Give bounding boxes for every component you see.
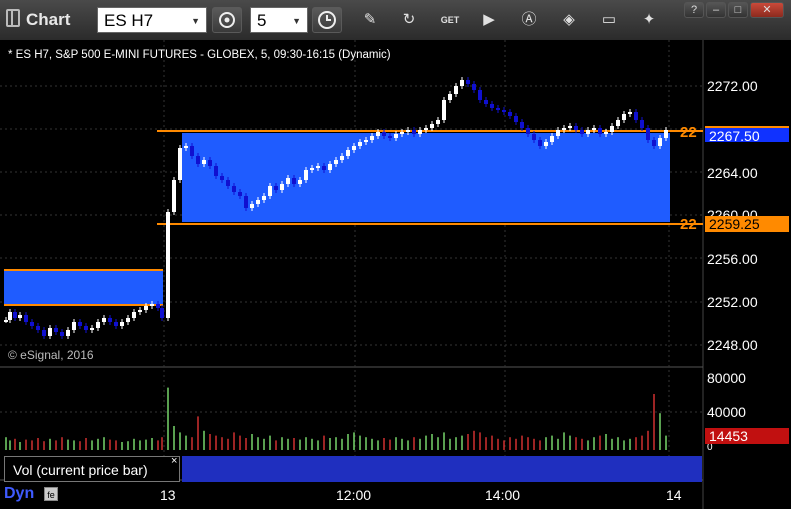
volume-study-label[interactable]: Vol (current price bar) [4, 456, 180, 482]
refresh-icon[interactable]: ↻ [397, 9, 421, 31]
time-tick: 14 [666, 487, 682, 503]
time-button[interactable] [312, 7, 342, 33]
axis-mode[interactable]: Dyn [4, 485, 34, 503]
alert-icon[interactable]: Ⓐ [517, 9, 541, 31]
interval-value: 5 [257, 11, 267, 30]
value-zone [182, 133, 670, 222]
symbol-value: ES H7 [104, 11, 154, 30]
minimize-button[interactable]: – [706, 2, 726, 18]
chart-toggle-icon[interactable] [6, 9, 20, 27]
time-tick: 12:00 [336, 487, 372, 503]
help-button[interactable]: ? [684, 2, 704, 18]
volume-tick: 80000 [707, 370, 746, 386]
play-icon[interactable]: ▶ [477, 9, 501, 31]
close-icon[interactable]: × [171, 455, 177, 467]
volume-tick: 40000 [707, 404, 746, 420]
gear-icon [219, 12, 235, 28]
price-tick: 2272.00 [707, 78, 758, 94]
settings-button[interactable] [212, 7, 242, 33]
current-volume-tag: 14453 [705, 428, 789, 444]
price-tick: 2256.00 [707, 251, 758, 267]
chevron-down-icon: ▼ [292, 16, 301, 26]
lower-level-prefix: 22 [680, 216, 697, 233]
get-icon[interactable]: GET [438, 9, 462, 31]
chevron-down-icon: ▼ [191, 16, 200, 26]
interval-combo[interactable]: 5 ▼ [250, 7, 308, 33]
symbol-combo[interactable]: ES H7 ▼ [97, 7, 207, 33]
current-price-tag: 2267.50 [705, 126, 789, 144]
close-button[interactable]: ✕ [750, 2, 784, 18]
window-title-text: Chart [26, 10, 71, 29]
time-tick: 13 [160, 487, 176, 503]
price-tick: 2248.00 [707, 337, 758, 353]
maximize-button[interactable]: □ [728, 2, 748, 18]
price-chart[interactable] [0, 40, 791, 509]
prior-zone [4, 270, 163, 305]
upper-level-prefix: 22 [680, 124, 697, 141]
tag-icon[interactable]: ◈ [557, 9, 581, 31]
pencil-icon[interactable]: ✎ [358, 9, 382, 31]
window-title: Chart [6, 9, 70, 30]
volume-label-bar [182, 456, 702, 482]
clock-icon [318, 11, 336, 29]
comment-icon[interactable]: ▭ [597, 9, 621, 31]
price-tick: 2252.00 [707, 294, 758, 310]
lock-icon[interactable]: fe [44, 487, 58, 501]
lower-level-tag: 2259.25 [705, 216, 789, 232]
copyright: © eSignal, 2016 [8, 348, 94, 362]
price-tick: 2264.00 [707, 165, 758, 181]
chart-subtitle: * ES H7, S&P 500 E-MINI FUTURES - GLOBEX… [8, 49, 391, 61]
twitter-icon[interactable]: ✦ [637, 9, 661, 31]
time-tick: 14:00 [485, 487, 521, 503]
